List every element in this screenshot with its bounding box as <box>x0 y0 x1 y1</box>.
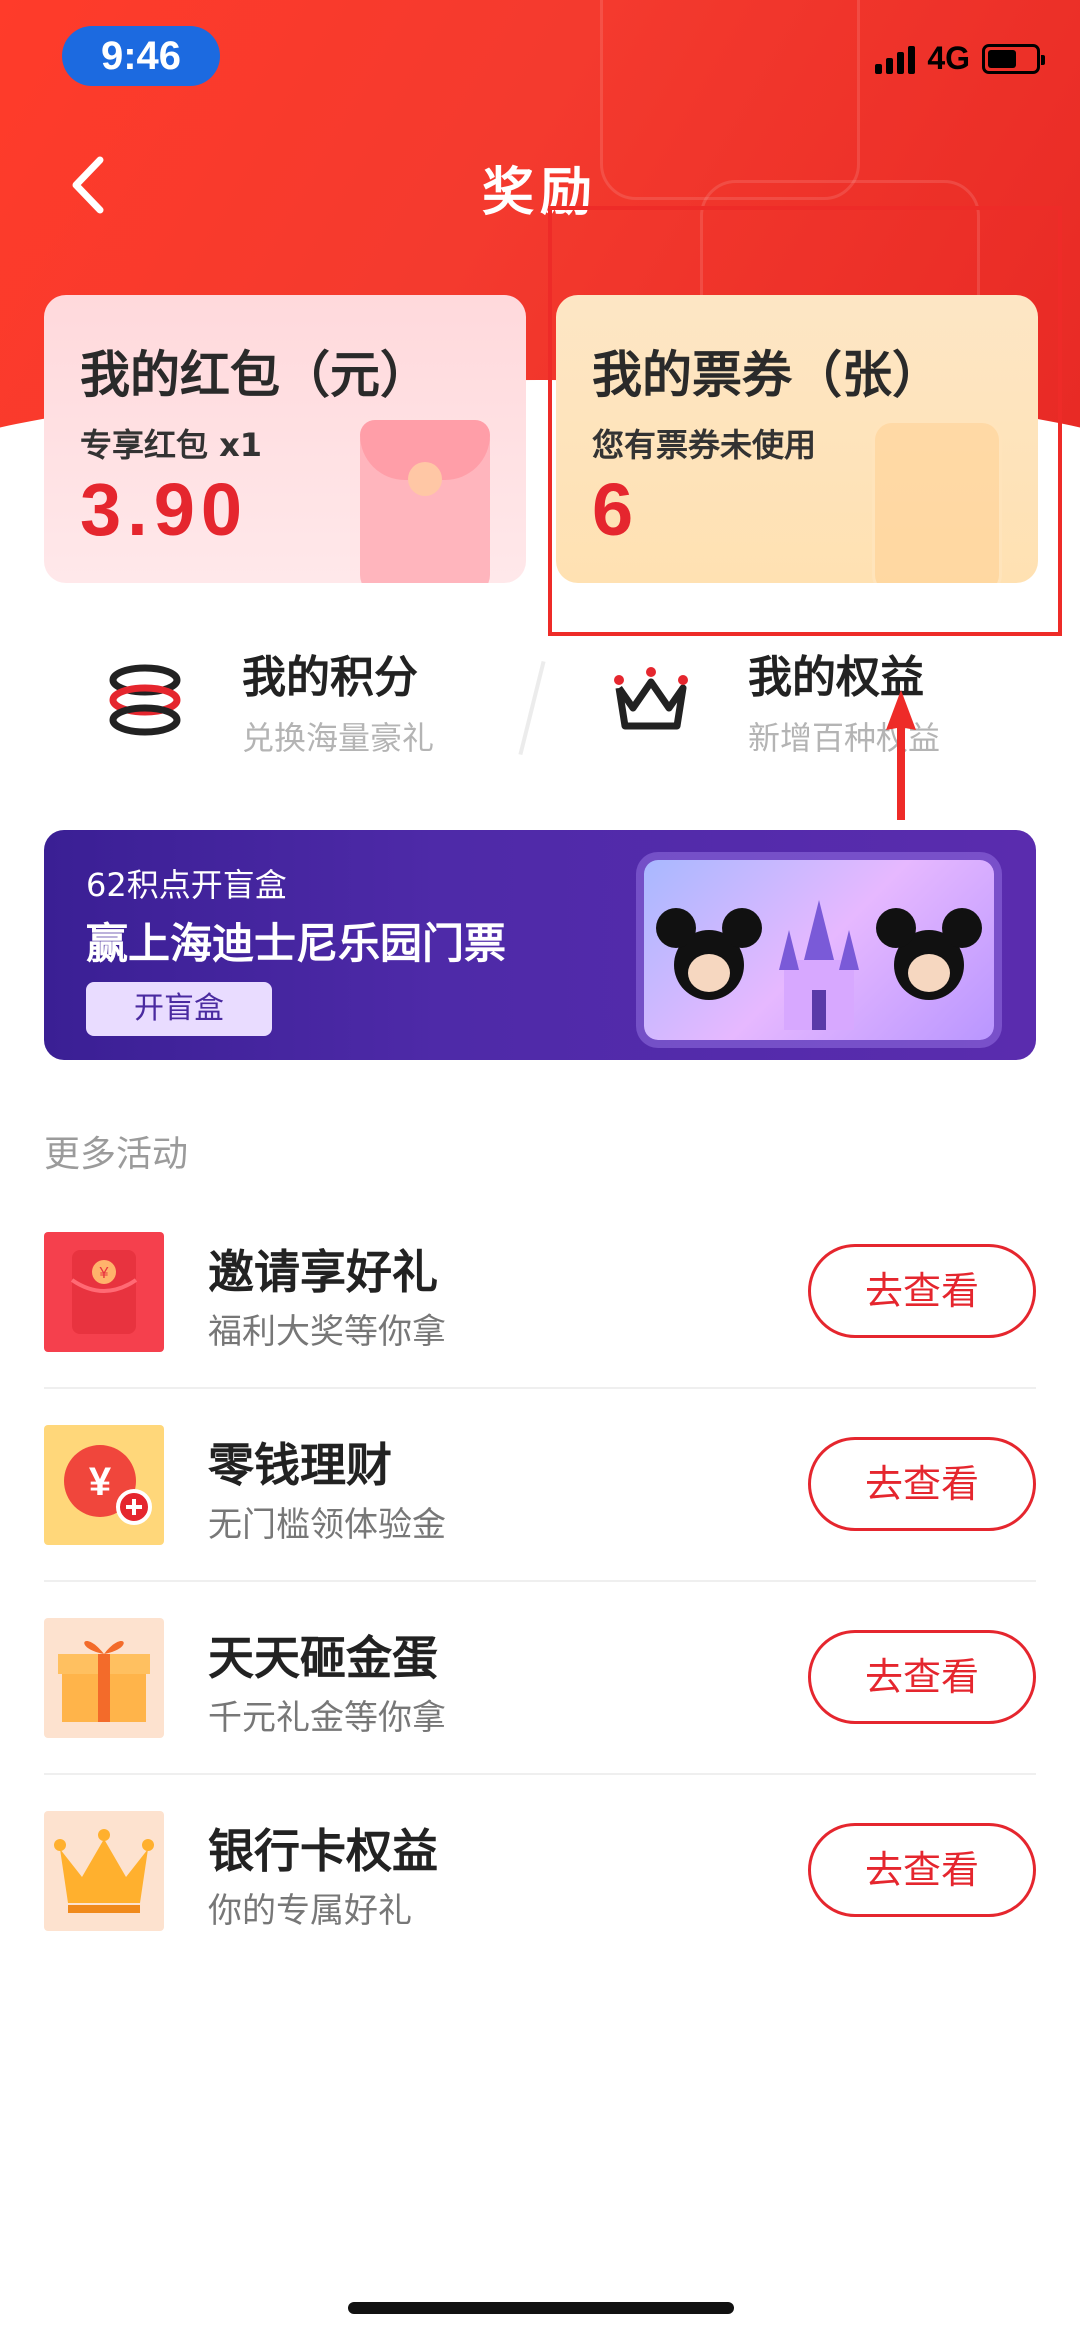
castle-image <box>779 900 859 1030</box>
red-packet-subtitle: 专享红包 x1 <box>80 426 263 464</box>
view-button[interactable]: 去查看 <box>808 1823 1036 1917</box>
red-envelope-icon: ¥ <box>44 1232 164 1352</box>
activity-title: 邀请享好礼 <box>208 1245 438 1299</box>
blind-box-banner[interactable]: 62积点开盲盒 赢上海迪士尼乐园门票 开盲盒 <box>44 830 1036 1060</box>
yuan-coin-icon: ¥ <box>44 1425 164 1545</box>
svg-text:¥: ¥ <box>99 1265 109 1282</box>
points-link[interactable]: 我的积分 兑换海量豪礼 <box>100 640 434 760</box>
gift-box-icon <box>44 1618 164 1738</box>
mickey-image <box>656 908 762 1000</box>
disney-ticket-image <box>644 860 994 1040</box>
row-divider <box>44 1773 1036 1775</box>
network-label: 4G <box>927 40 970 76</box>
points-subtitle: 兑换海量豪礼 <box>242 719 435 757</box>
home-indicator <box>348 2302 734 2314</box>
row-divider <box>44 1387 1036 1389</box>
red-packet-amount: 3.90 <box>80 468 249 551</box>
activity-subtitle: 千元礼金等你拿 <box>208 1698 446 1738</box>
points-title: 我的积分 <box>242 652 418 703</box>
activity-item[interactable]: ¥ 零钱理财 无门槛领体验金 去查看 <box>44 1425 1036 1619</box>
annotation-arrow <box>886 690 916 820</box>
activity-item[interactable]: ¥ 邀请享好礼 福利大奖等你拿 去查看 <box>44 1232 1036 1426</box>
row-divider <box>44 1580 1036 1582</box>
crown-icon <box>44 1811 164 1931</box>
red-packet-card[interactable]: 我的红包（元） 专享红包 x1 3.90 <box>44 295 526 583</box>
signal-icon <box>875 44 916 74</box>
battery-icon <box>982 43 1045 74</box>
view-button[interactable]: 去查看 <box>808 1630 1036 1724</box>
svg-text:¥: ¥ <box>89 1460 112 1504</box>
crown-icon <box>606 655 696 745</box>
coin-stack-icon <box>100 655 190 745</box>
activity-subtitle: 你的专属好礼 <box>208 1891 412 1931</box>
red-packet-title: 我的红包（元） <box>80 346 430 404</box>
activity-subtitle: 无门槛领体验金 <box>208 1505 446 1545</box>
activity-title: 天天砸金蛋 <box>208 1631 438 1685</box>
minnie-image <box>876 908 982 1000</box>
activity-item[interactable]: 银行卡权益 你的专属好礼 去查看 <box>44 1811 1036 2005</box>
open-blind-box-button[interactable]: 开盲盒 <box>86 982 272 1036</box>
banner-tag: 62积点开盲盒 <box>86 866 287 904</box>
activity-title: 银行卡权益 <box>208 1824 438 1878</box>
red-envelope-icon <box>360 420 490 583</box>
rewards-page: 9:46 4G 奖励 我的红包（元） 专享红包 x1 3.90 我的票券（张） … <box>0 0 1080 2339</box>
activity-subtitle: 福利大奖等你拿 <box>208 1312 446 1352</box>
status-indicators: 4G <box>875 40 1045 77</box>
status-time: 9:46 <box>62 26 220 86</box>
section-title: 更多活动 <box>44 1134 189 1175</box>
view-button[interactable]: 去查看 <box>808 1437 1036 1531</box>
annotation-highlight-box <box>548 206 1062 636</box>
activity-item[interactable]: 天天砸金蛋 千元礼金等你拿 去查看 <box>44 1618 1036 1812</box>
quick-divider <box>518 660 546 756</box>
view-button[interactable]: 去查看 <box>808 1244 1036 1338</box>
activity-title: 零钱理财 <box>208 1438 392 1492</box>
banner-title: 赢上海迪士尼乐园门票 <box>86 919 507 968</box>
